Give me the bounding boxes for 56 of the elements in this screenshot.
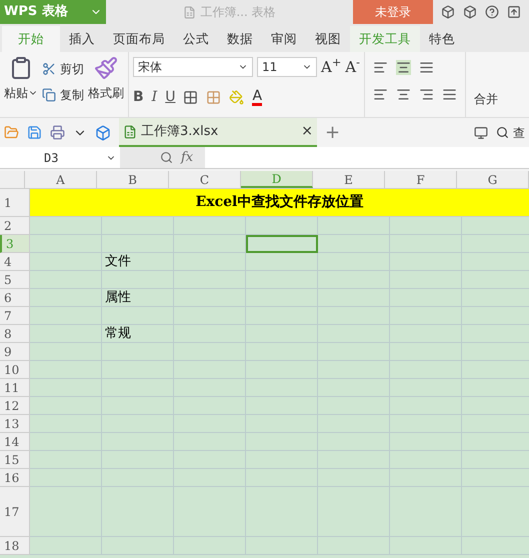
- function-button[interactable]: fx: [181, 148, 194, 168]
- shrink-font-button[interactable]: A$^{-}$: [345, 56, 360, 78]
- name-box[interactable]: D3: [0, 147, 120, 168]
- close-tab-button[interactable]: ×: [301, 121, 313, 142]
- row-header[interactable]: 15: [0, 451, 30, 469]
- row-header[interactable]: 9: [0, 343, 30, 361]
- column-header[interactable]: G: [457, 171, 529, 188]
- bold-button[interactable]: B: [133, 86, 144, 108]
- row-header[interactable]: 4: [0, 253, 30, 271]
- cut-button[interactable]: 剪切: [60, 60, 84, 78]
- window-title: 工作簿... 表格: [200, 4, 276, 21]
- row-header[interactable]: 16: [0, 469, 30, 487]
- paste-button[interactable]: 粘贴: [4, 84, 28, 102]
- menu-tab[interactable]: 审阅: [262, 26, 306, 52]
- menu-tab[interactable]: 页面布局: [104, 26, 174, 52]
- underline-button[interactable]: U: [165, 86, 176, 108]
- row-header[interactable]: 18: [0, 537, 30, 555]
- column-header[interactable]: E: [313, 171, 385, 188]
- row-header[interactable]: 10: [0, 361, 30, 379]
- menu-tab[interactable]: 插入: [60, 26, 104, 52]
- copy-button[interactable]: 复制: [60, 86, 84, 104]
- row-header[interactable]: 14: [0, 433, 30, 451]
- row-header[interactable]: 13: [0, 415, 30, 433]
- document-tab[interactable]: 工作簿3.xlsx ×: [119, 118, 317, 147]
- app-name: WPS 表格: [4, 3, 68, 22]
- new-tab-button[interactable]: +: [325, 119, 340, 146]
- italic-button[interactable]: I: [152, 86, 158, 108]
- find-button[interactable]: 查: [513, 124, 525, 142]
- menu-tab[interactable]: 开始: [2, 26, 60, 52]
- font-size-select[interactable]: 11: [257, 57, 317, 78]
- row-header[interactable]: 17: [0, 487, 30, 537]
- row-header[interactable]: 12: [0, 397, 30, 415]
- format-painter-button[interactable]: 格式刷: [88, 84, 124, 102]
- grid-cell[interactable]: 属性: [102, 289, 174, 307]
- document-tab-label: 工作簿3.xlsx: [141, 122, 218, 141]
- row-header[interactable]: 1: [0, 189, 30, 217]
- column-header[interactable]: A: [25, 171, 97, 188]
- grid-cell[interactable]: 文件: [102, 253, 174, 271]
- grow-font-button[interactable]: A$^{+}$: [321, 56, 342, 78]
- menu-tab[interactable]: 特色: [420, 26, 464, 52]
- row-header[interactable]: 6: [0, 289, 30, 307]
- merge-button[interactable]: 合并: [474, 92, 498, 106]
- menu-tab[interactable]: 数据: [218, 26, 262, 52]
- row-header[interactable]: 11: [0, 379, 30, 397]
- row-header[interactable]: 7: [0, 307, 30, 325]
- row-header[interactable]: 2: [0, 217, 30, 235]
- font-color-button[interactable]: A: [252, 88, 262, 106]
- menu-tab[interactable]: 视图: [306, 26, 350, 52]
- grid-cell[interactable]: 常规: [102, 325, 174, 343]
- menu-tab[interactable]: 公式: [174, 26, 218, 52]
- column-header[interactable]: F: [385, 171, 457, 188]
- title-cell: Excel中查找文件存放位置: [30, 189, 529, 217]
- row-header[interactable]: 8: [0, 325, 30, 343]
- row-header[interactable]: 5: [0, 271, 30, 289]
- column-header[interactable]: B: [97, 171, 169, 188]
- font-select[interactable]: 宋体: [133, 57, 253, 78]
